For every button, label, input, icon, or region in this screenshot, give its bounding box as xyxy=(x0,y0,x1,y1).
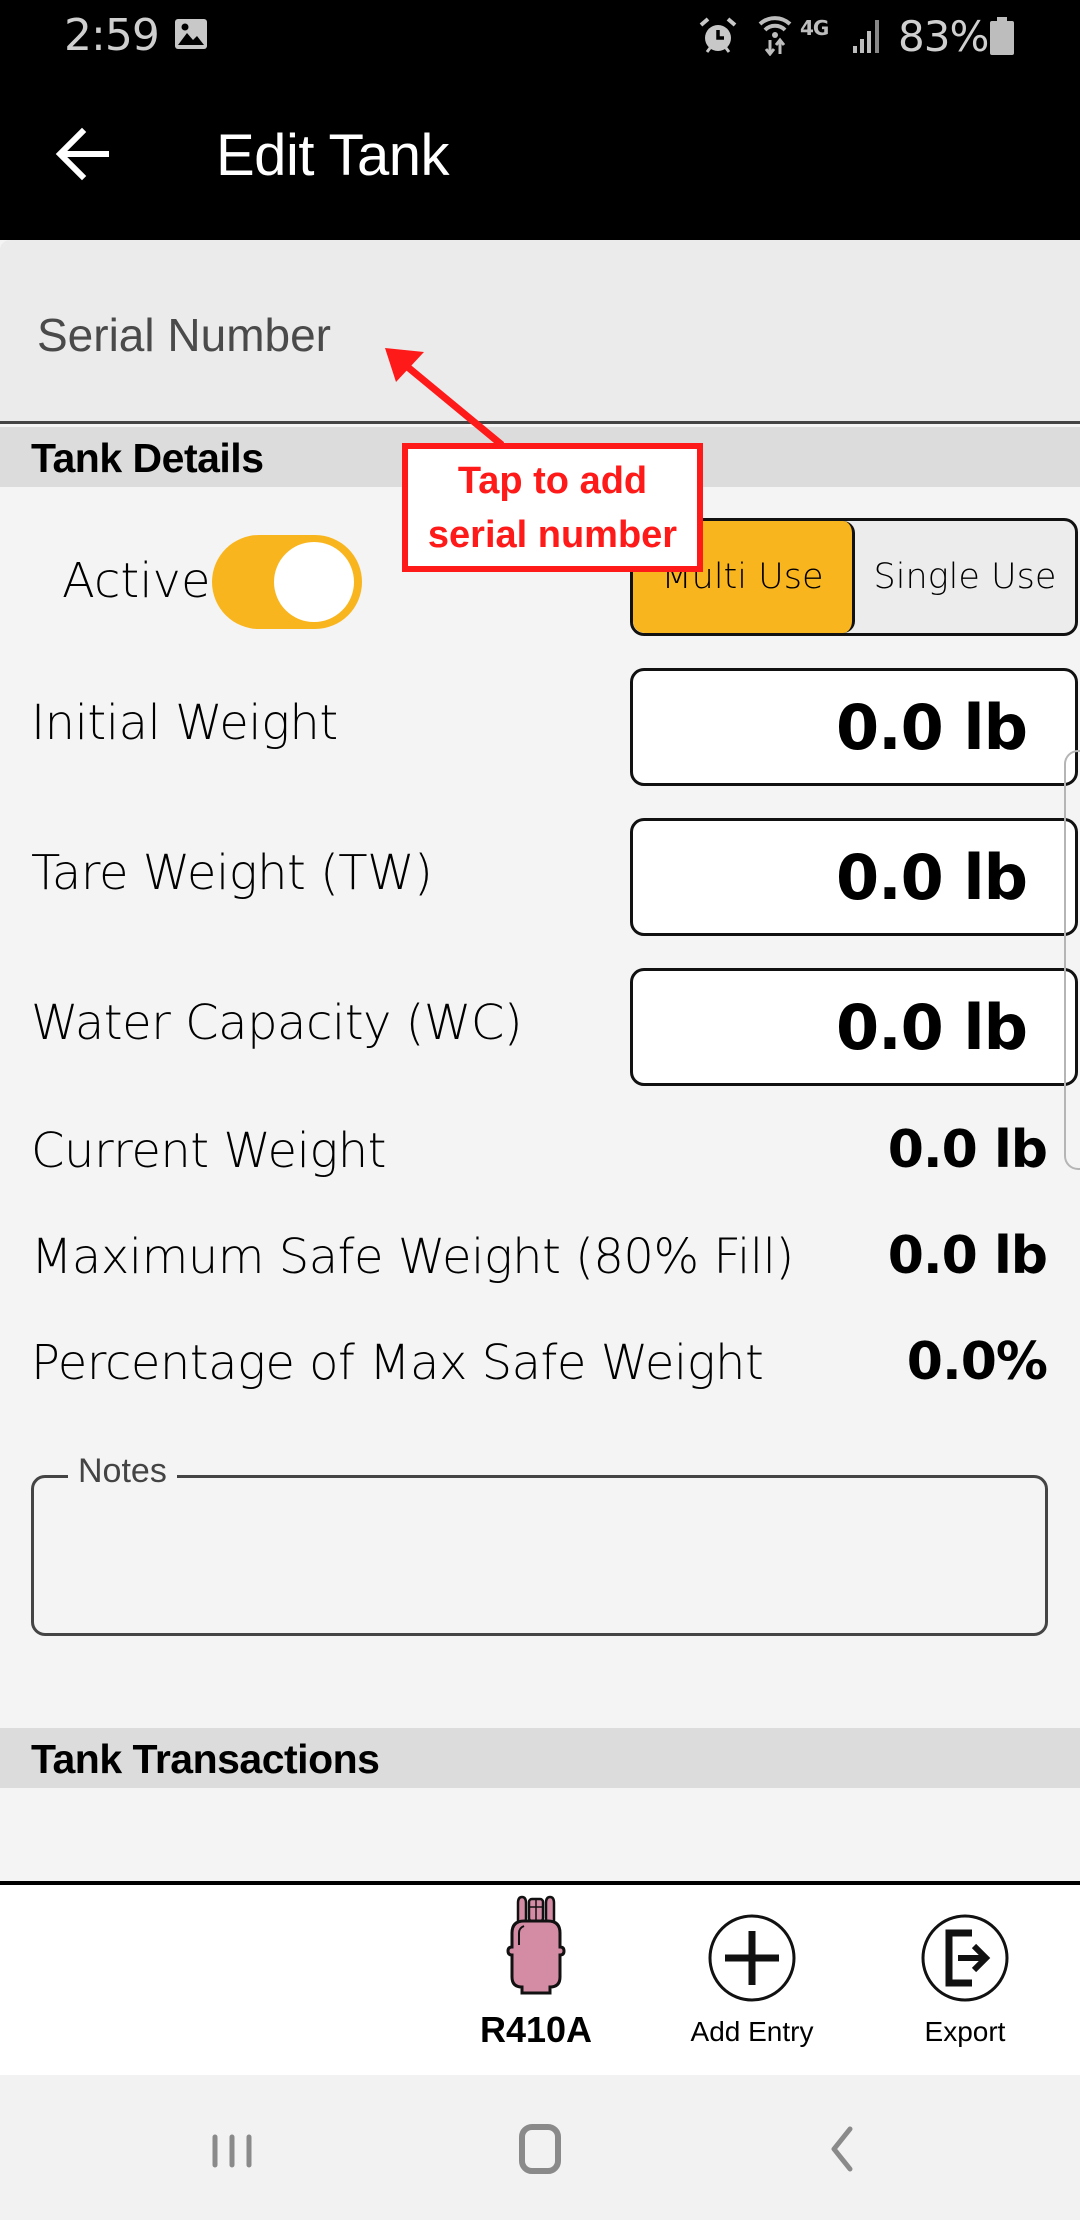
water-capacity-label: Water Capacity (WC) xyxy=(31,995,523,1051)
active-label: Active xyxy=(62,553,211,609)
signal-icon xyxy=(853,20,879,53)
nav-home-button[interactable] xyxy=(500,2115,580,2185)
scrollbar[interactable] xyxy=(1064,750,1080,1170)
initial-weight-value: 0.0 lb xyxy=(835,691,1028,764)
active-toggle[interactable] xyxy=(212,535,362,629)
status-bar: 2:59 4G 83% xyxy=(0,0,1080,70)
arrow-left-icon xyxy=(55,127,109,181)
serial-number-placeholder: Serial Number xyxy=(37,309,331,361)
back-button[interactable] xyxy=(46,116,118,192)
wifi-data-icon xyxy=(758,16,792,56)
max-safe-weight-value: 0.0 lb xyxy=(887,1226,1048,1286)
battery-icon xyxy=(990,17,1014,55)
page-title: Edit Tank xyxy=(216,123,450,188)
tank-transactions-header: Tank Transactions xyxy=(0,1728,1080,1788)
current-weight-label: Current Weight xyxy=(31,1123,386,1179)
nav-back-button[interactable] xyxy=(800,2115,880,2185)
callout-annotation: Tap to add serial number xyxy=(402,443,703,572)
export-button[interactable]: Export xyxy=(865,1885,1065,2075)
add-entry-label: Add Entry xyxy=(690,2016,814,2047)
serial-number-input[interactable]: Serial Number xyxy=(0,240,1080,421)
water-capacity-input[interactable]: 0.0 lb xyxy=(630,968,1078,1086)
export-icon xyxy=(921,1914,1009,2002)
recents-icon xyxy=(212,2134,252,2168)
notes-label: Notes xyxy=(68,1452,177,1491)
nav-recents-button[interactable] xyxy=(198,2115,278,2185)
system-nav-bar xyxy=(0,2075,1080,2220)
status-time: 2:59 xyxy=(64,10,160,61)
battery-percent: 83% xyxy=(898,12,989,61)
notes-input[interactable] xyxy=(31,1475,1048,1636)
add-entry-button[interactable]: Add Entry xyxy=(652,1885,852,2075)
lte-icon: 4G xyxy=(800,16,829,40)
max-safe-weight-label: Maximum Safe Weight (80% Fill) xyxy=(31,1229,794,1285)
tare-weight-value: 0.0 lb xyxy=(835,841,1028,914)
segment-single-use[interactable]: Single Use xyxy=(855,521,1075,633)
gallery-icon xyxy=(175,19,207,49)
initial-weight-input[interactable]: 0.0 lb xyxy=(630,668,1078,786)
serial-number-underline xyxy=(0,421,1080,424)
toggle-knob xyxy=(274,542,354,622)
tank-transactions-title: Tank Transactions xyxy=(31,1736,380,1782)
tank-details-title: Tank Details xyxy=(31,435,264,481)
refrigerant-button[interactable]: R410A xyxy=(436,1885,636,2075)
refrigerant-label: R410A xyxy=(479,2009,593,2050)
tare-weight-input[interactable]: 0.0 lb xyxy=(630,818,1078,936)
app-bar xyxy=(0,70,1080,240)
alarm-icon xyxy=(699,17,737,53)
callout-arrow-icon xyxy=(385,348,505,448)
home-icon xyxy=(519,2124,561,2174)
water-capacity-value: 0.0 lb xyxy=(835,991,1028,1064)
percent-max-safe-value: 0.0% xyxy=(906,1332,1048,1392)
refrigerant-tank-icon xyxy=(506,1895,566,1995)
callout-line-1: Tap to add xyxy=(457,459,648,502)
tare-weight-label: Tare Weight (TW) xyxy=(31,845,433,901)
initial-weight-label: Initial Weight xyxy=(31,695,338,751)
bottom-toolbar: R410A Add Entry Export xyxy=(0,1885,1080,2075)
chevron-left-icon xyxy=(831,2126,853,2172)
export-label: Export xyxy=(924,2016,1006,2047)
add-circle-icon xyxy=(708,1914,796,2002)
current-weight-value: 0.0 lb xyxy=(887,1120,1048,1180)
callout-line-2: serial number xyxy=(427,513,678,556)
percent-max-safe-label: Percentage of Max Safe Weight xyxy=(31,1335,764,1391)
